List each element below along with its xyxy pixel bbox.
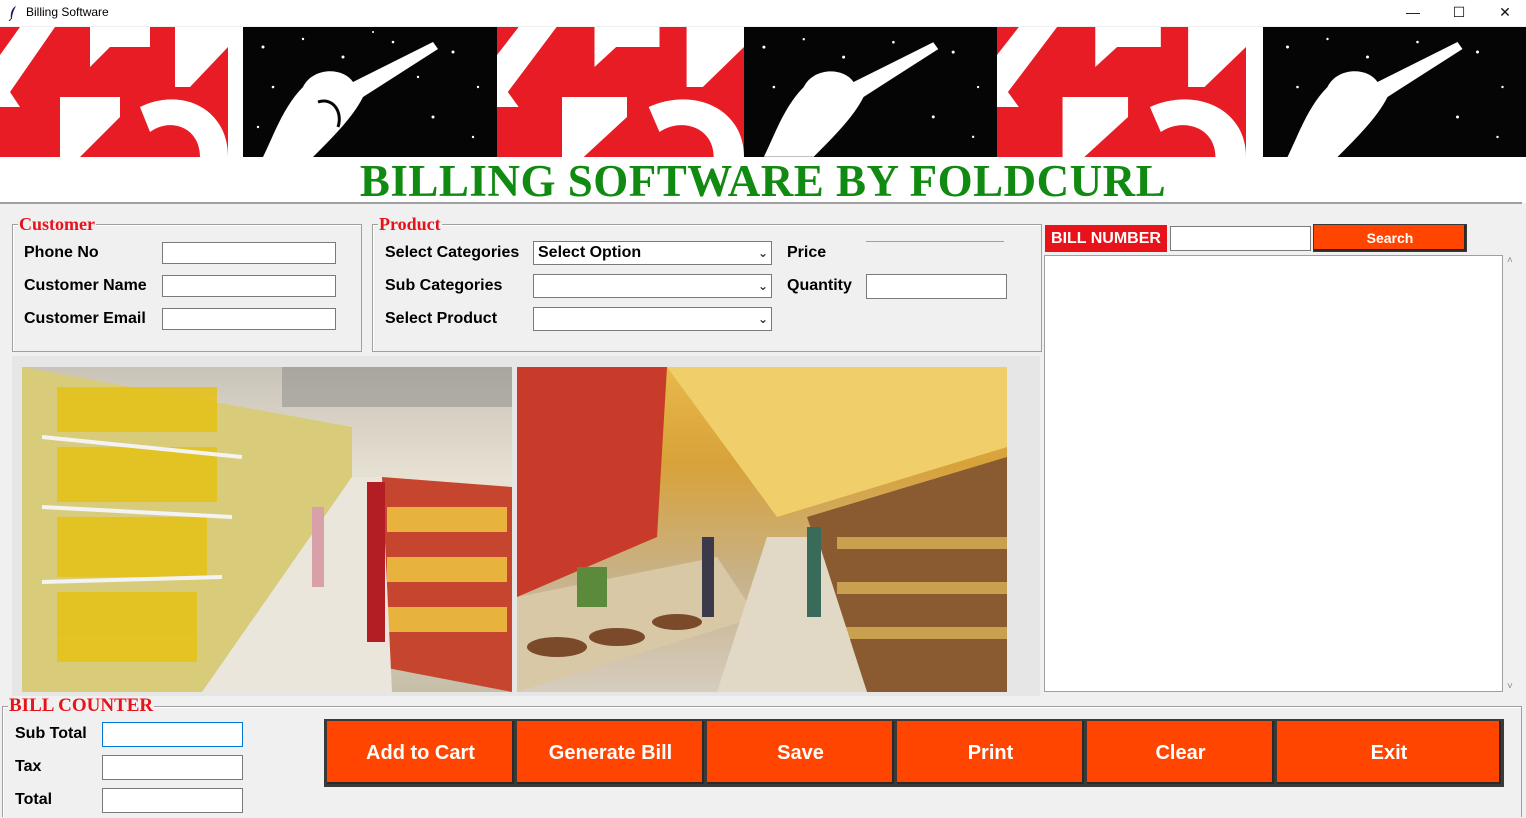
add-to-cart-button[interactable]: Add to Cart	[326, 720, 515, 785]
maximize-button[interactable]: ☐	[1436, 0, 1482, 26]
window-titlebar: Billing Software — ☐ ✕	[0, 0, 1526, 26]
chevron-down-icon[interactable]: ⌄	[758, 275, 768, 297]
save-button[interactable]: Save	[706, 720, 895, 785]
subcategory-select[interactable]: ⌄	[533, 274, 772, 298]
category-label: Select Categories	[385, 244, 520, 261]
total-label: Total	[15, 791, 53, 808]
banner-logo-tile	[997, 27, 1246, 157]
subtotal-label: Sub Total	[15, 725, 87, 742]
product-select[interactable]: ⌄	[533, 307, 772, 331]
scroll-down-icon[interactable]: ˅	[1507, 681, 1513, 692]
customer-email-input[interactable]	[162, 308, 336, 330]
exit-button[interactable]: Exit	[1276, 720, 1502, 785]
close-button[interactable]: ✕	[1482, 0, 1526, 26]
customer-email-label: Customer Email	[24, 310, 146, 327]
window-title: Billing Software	[26, 5, 109, 19]
maximize-icon: ☐	[1452, 4, 1466, 20]
bill-counter-legend: BILL COUNTER	[8, 695, 155, 716]
product-legend: Product	[378, 214, 442, 234]
print-button[interactable]: Print	[896, 720, 1085, 785]
tax-input[interactable]	[102, 755, 243, 780]
subcategory-label: Sub Categories	[385, 277, 503, 294]
tax-label: Tax	[15, 758, 42, 775]
category-select-value: Select Option	[538, 244, 642, 261]
chevron-down-icon[interactable]: ⌄	[758, 242, 768, 264]
subtotal-input[interactable]	[102, 722, 243, 747]
product-label: Select Product	[385, 310, 498, 327]
app-heading: BILLING SOFTWARE BY FOLDCURL	[359, 156, 1167, 206]
quantity-label: Quantity	[787, 277, 852, 294]
banner-logo-tile	[497, 27, 744, 157]
price-label: Price	[787, 244, 827, 261]
banner-silhouette-tile	[744, 27, 997, 157]
search-button[interactable]: Search	[1313, 224, 1467, 252]
banner-silhouette-tile	[243, 27, 497, 157]
price-field	[866, 241, 1004, 266]
chevron-down-icon[interactable]: ⌄	[758, 308, 768, 330]
customer-name-label: Customer Name	[24, 277, 147, 294]
minimize-button[interactable]: —	[1390, 0, 1436, 26]
phone-input[interactable]	[162, 242, 336, 264]
bill-number-label: BILL NUMBER	[1045, 225, 1167, 252]
supermarket-image-right	[517, 367, 1007, 692]
divider	[0, 202, 1522, 204]
customer-legend: Customer	[18, 214, 96, 234]
bill-scrollbar[interactable]: ˄ ˅	[1503, 255, 1520, 692]
close-icon: ✕	[1499, 4, 1511, 20]
supermarket-image-left	[22, 367, 512, 692]
minimize-icon: —	[1406, 4, 1420, 20]
bill-textarea[interactable]	[1044, 255, 1503, 692]
banner-silhouette-tile	[1263, 27, 1526, 157]
banner-logo-tile	[0, 27, 228, 157]
banner-image	[0, 27, 1526, 157]
scroll-up-icon[interactable]: ˄	[1507, 255, 1513, 266]
generate-bill-button[interactable]: Generate Bill	[516, 720, 705, 785]
total-input[interactable]	[102, 788, 243, 813]
quantity-input[interactable]	[866, 274, 1007, 299]
category-select[interactable]: Select Option ⌄	[533, 241, 772, 265]
customer-name-input[interactable]	[162, 275, 336, 297]
bill-number-input[interactable]	[1170, 226, 1311, 251]
clear-button[interactable]: Clear	[1086, 720, 1275, 785]
phone-label: Phone No	[24, 244, 99, 261]
feather-icon	[8, 6, 16, 21]
